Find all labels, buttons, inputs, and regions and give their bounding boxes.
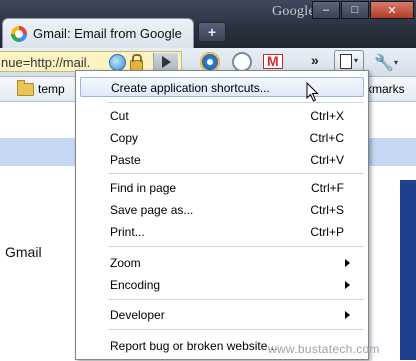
- page-menu-button[interactable]: ▾: [334, 50, 364, 72]
- menu-item-find[interactable]: Find in page Ctrl+F: [80, 178, 364, 198]
- menu-separator: [108, 173, 364, 174]
- menu-separator: [108, 102, 364, 103]
- gmail-label[interactable]: Gmail: [5, 244, 42, 260]
- overflow-chevrons-icon[interactable]: »: [311, 52, 319, 68]
- minimize-button[interactable]: –: [312, 1, 340, 19]
- menu-item-copy[interactable]: Copy Ctrl+C: [80, 128, 364, 148]
- chevron-down-icon[interactable]: ▾: [394, 58, 398, 67]
- chevron-down-icon: ▾: [354, 56, 359, 65]
- menu-item-save-page[interactable]: Save page as... Ctrl+S: [80, 200, 364, 220]
- window-controls: – □ ✕: [311, 1, 414, 19]
- menu-separator: [108, 299, 364, 300]
- sidebar-strip: [400, 180, 416, 360]
- title-bar: Google – □ ✕ Gmail: Email from Google +: [0, 0, 416, 48]
- close-button[interactable]: ✕: [370, 1, 414, 19]
- menu-item-create-shortcuts[interactable]: Create application shortcuts...: [80, 77, 364, 97]
- menu-item-label: Encoding: [110, 278, 161, 292]
- maximize-button[interactable]: □: [341, 1, 369, 19]
- menu-item-label: Save page as...: [110, 203, 194, 217]
- ie-tab-icon[interactable]: [200, 52, 220, 72]
- watermark: www.bustatech.com: [268, 342, 380, 356]
- menu-item-label: Print...: [110, 225, 145, 239]
- menu-item-label: Report bug or broken website...: [110, 339, 278, 353]
- other-bookmarks[interactable]: kmarks: [366, 82, 405, 96]
- menu-item-shortcut: Ctrl+F: [311, 181, 344, 195]
- menu-item-shortcut: Ctrl+V: [310, 153, 344, 167]
- gmail-checker-icon[interactable]: [263, 53, 283, 69]
- menu-separator: [108, 246, 364, 247]
- tab-gmail[interactable]: Gmail: Email from Google: [2, 18, 194, 48]
- menu-item-label: Paste: [110, 153, 141, 167]
- menu-item-print[interactable]: Print... Ctrl+P: [80, 222, 364, 242]
- menu-separator: [108, 329, 364, 330]
- menu-item-shortcut: Ctrl+S: [310, 203, 344, 217]
- menu-item-label: Copy: [110, 131, 139, 145]
- menu-item-label: Create application shortcuts...: [111, 81, 270, 95]
- tab-title: Gmail: Email from Google: [33, 26, 182, 41]
- submenu-arrow-icon: [345, 311, 350, 319]
- menu-item-shortcut: Ctrl+P: [310, 225, 344, 239]
- globe-icon[interactable]: [109, 54, 126, 71]
- folder-icon[interactable]: [17, 80, 34, 96]
- skype-icon[interactable]: [232, 52, 252, 72]
- menu-item-label: Zoom: [110, 256, 141, 270]
- highlight-band: [364, 138, 416, 166]
- menu-item-paste[interactable]: Paste Ctrl+V: [80, 150, 364, 170]
- menu-item-encoding[interactable]: Encoding: [80, 275, 364, 295]
- page-menu: Create application shortcuts... Cut Ctrl…: [75, 70, 369, 360]
- submenu-arrow-icon: [345, 259, 350, 267]
- go-button[interactable]: [153, 53, 178, 70]
- menu-item-developer[interactable]: Developer: [80, 305, 364, 325]
- window-brand: Google: [272, 4, 316, 19]
- menu-item-label: Cut: [110, 109, 129, 123]
- submenu-arrow-icon: [345, 281, 350, 289]
- menu-item-shortcut: Ctrl+C: [309, 131, 344, 145]
- address-bar[interactable]: nue=http://mail.: [0, 51, 182, 72]
- menu-item-zoom[interactable]: Zoom: [80, 253, 364, 273]
- mouse-cursor-icon: [306, 82, 319, 102]
- menu-item-label: Find in page: [110, 181, 177, 195]
- new-tab-button[interactable]: +: [198, 22, 226, 42]
- menu-item-cut[interactable]: Cut Ctrl+X: [80, 106, 364, 126]
- page-icon: [340, 54, 352, 69]
- menu-item-label: Developer: [110, 308, 165, 322]
- address-text[interactable]: nue=http://mail.: [1, 55, 90, 70]
- menu-item-shortcut: Ctrl+X: [310, 109, 344, 123]
- bookmark-folder-temp[interactable]: temp: [38, 82, 65, 96]
- wrench-icon[interactable]: 🔧: [374, 53, 394, 73]
- google-favicon-icon: [11, 26, 27, 42]
